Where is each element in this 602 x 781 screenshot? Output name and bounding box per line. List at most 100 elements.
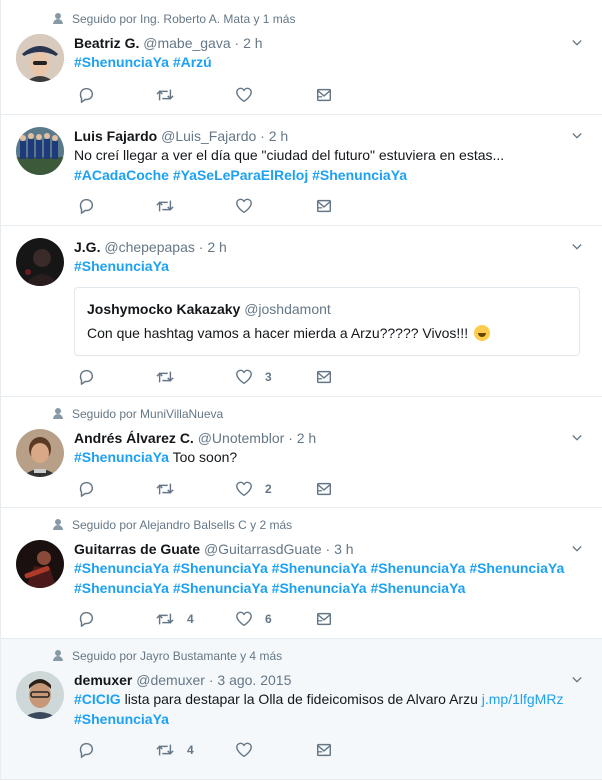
social-context: Seguido por MuniVillaNueva — [53, 407, 223, 421]
like-button[interactable] — [235, 86, 253, 104]
hashtag[interactable]: #ShenunciaYa — [74, 449, 169, 465]
hashtag[interactable]: #ACadaCoche — [74, 167, 169, 183]
dm-icon — [315, 368, 333, 386]
hashtag[interactable]: #ShenunciaYa — [370, 580, 465, 596]
dm-button[interactable] — [315, 86, 333, 104]
reply-button[interactable] — [77, 741, 95, 759]
retweet-icon — [155, 610, 175, 628]
chevron-down-icon[interactable] — [572, 433, 582, 443]
hashtag[interactable]: #ShenunciaYa — [74, 711, 169, 727]
url-link[interactable]: j.mp/1lfgMRz — [482, 691, 564, 707]
like-button[interactable]: 3 — [235, 368, 272, 386]
emoji-laugh-icon — [473, 325, 490, 341]
dm-button[interactable] — [315, 610, 333, 628]
author-handle[interactable]: @demuxer — [136, 672, 205, 688]
chevron-down-icon[interactable] — [572, 544, 582, 554]
tweet[interactable]: Seguido por Jayro Bustamante y 4 más dem… — [1, 639, 602, 780]
reply-icon — [77, 480, 95, 498]
timestamp[interactable]: 2 h — [243, 35, 262, 51]
like-button[interactable] — [235, 197, 253, 215]
dm-button[interactable] — [315, 197, 333, 215]
author-handle[interactable]: @Unotemblor — [198, 430, 285, 446]
retweet-button[interactable] — [155, 480, 175, 498]
quoted-tweet[interactable]: Joshymocko Kakazaky @joshdamont Con que … — [74, 287, 580, 356]
author-handle[interactable]: @GuitarrasdGuate — [204, 541, 322, 557]
hashtag[interactable]: #ShenunciaYa — [74, 54, 169, 70]
author-name[interactable]: Beatriz G. — [74, 35, 139, 51]
tweet[interactable]: Seguido por MuniVillaNueva Andrés Álvare… — [1, 397, 602, 508]
reply-button[interactable] — [77, 197, 95, 215]
author-handle[interactable]: @Luis_Fajardo — [161, 128, 256, 144]
author-name[interactable]: Guitarras de Guate — [74, 541, 200, 557]
chevron-down-icon[interactable] — [572, 38, 582, 48]
retweet-button[interactable] — [155, 86, 175, 104]
chevron-down-icon[interactable] — [572, 131, 582, 141]
hashtag[interactable]: #Arzú — [173, 54, 212, 70]
dm-icon — [315, 86, 333, 104]
hashtag[interactable]: #ShenunciaYa — [312, 167, 407, 183]
hashtag[interactable]: #ShenunciaYa — [370, 560, 465, 576]
avatar[interactable] — [16, 429, 64, 477]
reply-icon — [77, 86, 95, 104]
hashtag[interactable]: #CICIG — [74, 691, 121, 707]
author-name[interactable]: Andrés Álvarez C. — [74, 430, 194, 446]
hashtag[interactable]: #YaSeLeParaElReloj — [173, 167, 308, 183]
chevron-down-icon[interactable] — [572, 242, 582, 252]
retweet-button[interactable] — [155, 197, 175, 215]
like-button[interactable]: 6 — [235, 610, 272, 628]
reply-button[interactable] — [77, 368, 95, 386]
chevron-down-icon[interactable] — [572, 675, 582, 685]
avatar[interactable] — [16, 238, 64, 286]
reply-button[interactable] — [77, 610, 95, 628]
reply-button[interactable] — [77, 86, 95, 104]
tweet-text: #ShenunciaYa — [74, 256, 584, 276]
reply-icon — [77, 741, 95, 759]
social-context: Seguido por Ing. Roberto A. Mata y 1 más — [53, 12, 295, 26]
retweet-button[interactable]: 4 — [155, 741, 194, 759]
tweet[interactable]: Seguido por Ing. Roberto A. Mata y 1 más… — [1, 0, 602, 115]
retweet-count: 4 — [187, 743, 194, 757]
author-handle[interactable]: @mabe_gava — [143, 35, 230, 51]
hashtag[interactable]: #ShenunciaYa — [74, 580, 169, 596]
heart-icon — [235, 741, 253, 759]
reply-icon — [77, 610, 95, 628]
author-name[interactable]: Luis Fajardo — [74, 128, 157, 144]
like-button[interactable] — [235, 741, 253, 759]
tweet[interactable]: J.G. @chepepapas · 2 h #ShenunciaYa Josh… — [1, 226, 602, 397]
timestamp[interactable]: 2 h — [297, 430, 316, 446]
hashtag[interactable]: #ShenunciaYa — [272, 560, 367, 576]
author-name[interactable]: demuxer — [74, 672, 132, 688]
timestamp[interactable]: 2 h — [207, 239, 226, 255]
like-button[interactable]: 2 — [235, 480, 272, 498]
hashtag[interactable]: #ShenunciaYa — [173, 580, 268, 596]
like-count: 2 — [265, 482, 272, 496]
dm-button[interactable] — [315, 741, 333, 759]
author-handle[interactable]: @chepepapas — [104, 239, 195, 255]
avatar[interactable] — [16, 34, 64, 82]
hashtag[interactable]: #ShenunciaYa — [74, 560, 169, 576]
tweet[interactable]: Seguido por Alejandro Balsells C y 2 más… — [1, 508, 602, 639]
timestamp[interactable]: 3 h — [334, 541, 353, 557]
retweet-button[interactable] — [155, 368, 175, 386]
hashtag[interactable]: #ShenunciaYa — [272, 580, 367, 596]
social-context: Seguido por Jayro Bustamante y 4 más — [53, 649, 282, 663]
hashtag[interactable]: #ShenunciaYa — [173, 560, 268, 576]
hashtag[interactable]: #ShenunciaYa — [74, 258, 169, 274]
avatar[interactable] — [16, 127, 64, 175]
reply-button[interactable] — [77, 480, 95, 498]
retweet-icon — [155, 480, 175, 498]
tweet-text: #ShenunciaYa Too soon? — [74, 449, 238, 465]
hashtag[interactable]: #ShenunciaYa — [469, 560, 564, 576]
dm-button[interactable] — [315, 480, 333, 498]
timestamp[interactable]: 2 h — [269, 128, 288, 144]
author-name[interactable]: J.G. — [74, 239, 100, 255]
tweet[interactable]: Luis Fajardo @Luis_Fajardo · 2 h No creí… — [1, 115, 602, 226]
dm-button[interactable] — [315, 368, 333, 386]
person-icon — [53, 13, 63, 25]
tweet-text: No creí llegar a ver el día que "ciudad … — [74, 147, 505, 183]
avatar[interactable] — [16, 540, 64, 588]
avatar[interactable] — [16, 671, 64, 719]
retweet-button[interactable]: 4 — [155, 610, 194, 628]
retweet-icon — [155, 197, 175, 215]
timestamp[interactable]: 3 ago. 2015 — [217, 672, 291, 688]
